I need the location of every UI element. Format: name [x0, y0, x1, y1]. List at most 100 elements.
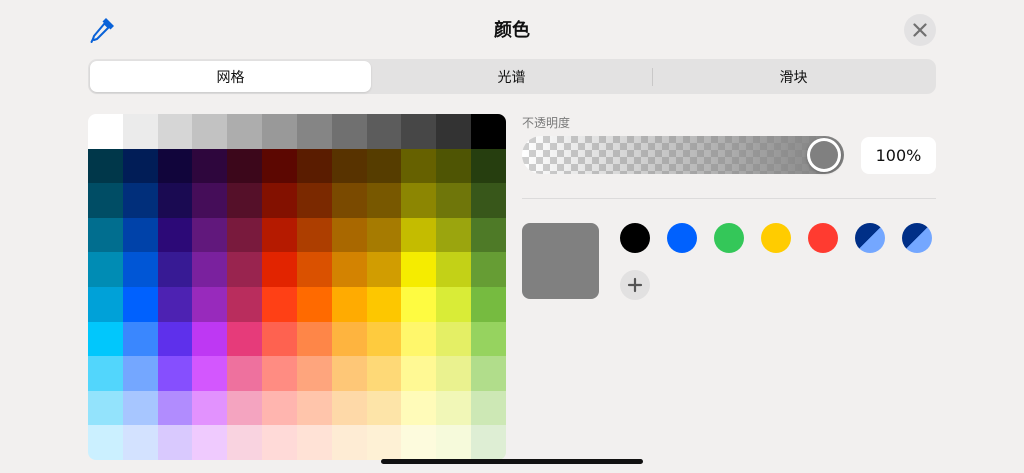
color-cell[interactable]	[436, 390, 472, 426]
color-cell[interactable]	[157, 321, 193, 357]
color-cell[interactable]	[296, 183, 332, 218]
color-cell[interactable]	[436, 114, 472, 149]
color-cell[interactable]	[436, 148, 472, 184]
saved-color-swatch[interactable]	[808, 223, 838, 253]
color-cell[interactable]	[436, 321, 472, 357]
color-cell[interactable]	[331, 425, 367, 460]
color-cell[interactable]	[122, 183, 158, 218]
color-cell[interactable]	[366, 321, 402, 357]
tab-sliders[interactable]: 滑块	[653, 61, 934, 92]
color-cell[interactable]	[471, 183, 506, 218]
color-cell[interactable]	[122, 286, 158, 322]
color-cell[interactable]	[88, 321, 123, 357]
color-cell[interactable]	[227, 217, 263, 253]
color-cell[interactable]	[192, 114, 228, 149]
color-cell[interactable]	[366, 114, 402, 149]
color-cell[interactable]	[88, 114, 123, 149]
color-cell[interactable]	[227, 425, 263, 460]
color-cell[interactable]	[436, 425, 472, 460]
color-cell[interactable]	[262, 356, 297, 391]
color-cell[interactable]	[88, 148, 123, 184]
color-cell[interactable]	[88, 356, 123, 391]
color-cell[interactable]	[157, 390, 193, 426]
color-cell[interactable]	[436, 183, 472, 218]
color-cell[interactable]	[366, 148, 402, 184]
color-cell[interactable]	[436, 286, 472, 322]
color-cell[interactable]	[122, 148, 158, 184]
color-cell[interactable]	[157, 252, 193, 287]
color-cell[interactable]	[331, 356, 367, 391]
eyedropper-icon[interactable]	[89, 15, 117, 45]
color-cell[interactable]	[471, 390, 506, 426]
color-cell[interactable]	[122, 356, 158, 391]
color-cell[interactable]	[401, 390, 437, 426]
saved-color-swatch[interactable]	[761, 223, 791, 253]
color-cell[interactable]	[88, 425, 123, 460]
color-cell[interactable]	[227, 183, 263, 218]
color-cell[interactable]	[331, 217, 367, 253]
color-cell[interactable]	[122, 252, 158, 287]
color-cell[interactable]	[366, 390, 402, 426]
color-cell[interactable]	[157, 356, 193, 391]
color-cell[interactable]	[157, 183, 193, 218]
color-cell[interactable]	[296, 114, 332, 149]
color-cell[interactable]	[471, 425, 506, 460]
color-cell[interactable]	[227, 321, 263, 357]
color-cell[interactable]	[296, 425, 332, 460]
color-cell[interactable]	[157, 286, 193, 322]
color-cell[interactable]	[262, 390, 297, 426]
color-cell[interactable]	[227, 356, 263, 391]
color-cell[interactable]	[157, 114, 193, 149]
color-cell[interactable]	[401, 183, 437, 218]
color-cell[interactable]	[192, 217, 228, 253]
color-cell[interactable]	[122, 217, 158, 253]
color-cell[interactable]	[192, 183, 228, 218]
color-cell[interactable]	[401, 425, 437, 460]
color-cell[interactable]	[192, 286, 228, 322]
color-cell[interactable]	[262, 114, 297, 149]
color-cell[interactable]	[401, 148, 437, 184]
color-cell[interactable]	[192, 425, 228, 460]
color-cell[interactable]	[296, 252, 332, 287]
color-cell[interactable]	[227, 252, 263, 287]
color-cell[interactable]	[88, 390, 123, 426]
color-cell[interactable]	[227, 390, 263, 426]
color-cell[interactable]	[262, 217, 297, 253]
color-cell[interactable]	[262, 286, 297, 322]
color-cell[interactable]	[88, 183, 123, 218]
tab-spectrum[interactable]: 光谱	[371, 61, 652, 92]
color-cell[interactable]	[401, 356, 437, 391]
color-cell[interactable]	[157, 217, 193, 253]
color-cell[interactable]	[192, 252, 228, 287]
saved-color-swatch[interactable]	[620, 223, 650, 253]
color-cell[interactable]	[192, 148, 228, 184]
color-cell[interactable]	[401, 252, 437, 287]
color-cell[interactable]	[331, 321, 367, 357]
color-cell[interactable]	[401, 114, 437, 149]
color-cell[interactable]	[88, 217, 123, 253]
color-cell[interactable]	[471, 217, 506, 253]
color-cell[interactable]	[401, 321, 437, 357]
color-cell[interactable]	[262, 252, 297, 287]
color-cell[interactable]	[296, 217, 332, 253]
color-cell[interactable]	[262, 321, 297, 357]
color-cell[interactable]	[157, 425, 193, 460]
color-cell[interactable]	[401, 217, 437, 253]
color-cell[interactable]	[262, 425, 297, 460]
color-cell[interactable]	[88, 252, 123, 287]
opacity-value-field[interactable]: 100%	[861, 137, 936, 174]
color-cell[interactable]	[471, 286, 506, 322]
color-cell[interactable]	[157, 148, 193, 184]
color-cell[interactable]	[88, 286, 123, 322]
color-cell[interactable]	[471, 252, 506, 287]
color-cell[interactable]	[296, 390, 332, 426]
color-cell[interactable]	[331, 148, 367, 184]
color-cell[interactable]	[331, 252, 367, 287]
color-cell[interactable]	[296, 321, 332, 357]
saved-color-swatch[interactable]	[855, 223, 885, 253]
color-cell[interactable]	[471, 148, 506, 184]
color-cell[interactable]	[366, 286, 402, 322]
color-cell[interactable]	[436, 217, 472, 253]
color-cell[interactable]	[192, 321, 228, 357]
color-cell[interactable]	[122, 321, 158, 357]
